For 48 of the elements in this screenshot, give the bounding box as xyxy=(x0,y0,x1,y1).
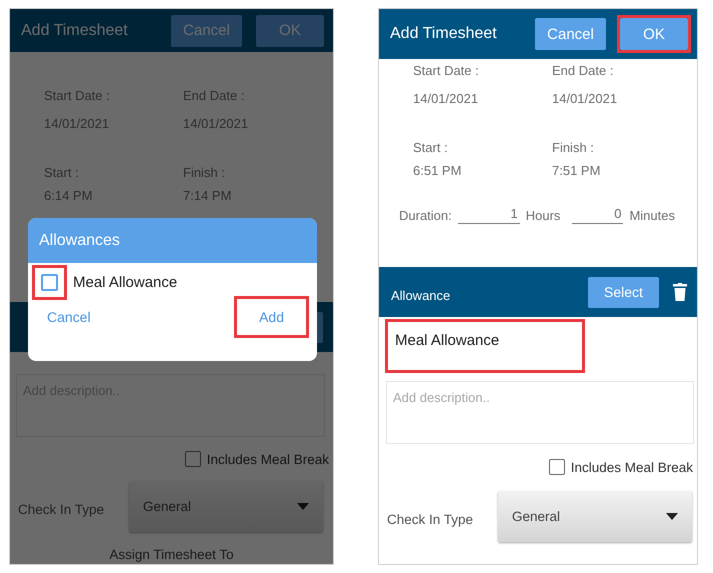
checkbox[interactable] xyxy=(184,451,201,467)
field-value: 14/01/2021 xyxy=(44,116,110,133)
ok-button[interactable]: OK xyxy=(620,18,688,50)
caret-icon xyxy=(297,503,309,510)
minutes-label: Minutes xyxy=(629,208,675,222)
check-in-label: Check In Type xyxy=(18,502,106,517)
field-value: 6:51 PM xyxy=(413,163,462,180)
field-label: End Date : xyxy=(552,63,614,80)
field-value: 14/01/2021 xyxy=(413,91,480,108)
hours-field[interactable]: 1 xyxy=(458,206,520,224)
field-label: Start : xyxy=(413,140,449,157)
duration-label: Duration: xyxy=(399,208,452,222)
field-label: End Date : xyxy=(183,88,246,105)
cancel-button[interactable]: Cancel xyxy=(171,14,242,46)
add-button[interactable]: Add xyxy=(237,299,306,335)
check-in-dropdown[interactable]: General xyxy=(129,481,323,532)
allowance-option[interactable]: Meal Allowance xyxy=(73,274,178,291)
minutes-field[interactable]: 0 xyxy=(572,206,624,224)
trash-icon[interactable] xyxy=(673,283,687,301)
field-value: 14/01/2021 xyxy=(183,116,250,133)
field-label: Finish : xyxy=(552,140,595,157)
screen-title: Add Timesheet xyxy=(21,22,129,40)
checkbox-label: Includes Meal Break xyxy=(206,452,329,466)
field-label: Start Date : xyxy=(44,88,111,105)
field-value: 7:51 PM xyxy=(552,163,602,180)
checkbox[interactable] xyxy=(41,274,58,291)
cancel-button[interactable]: Cancel xyxy=(535,18,606,50)
field-label: Finish : xyxy=(183,165,226,182)
ok-button[interactable]: OK xyxy=(256,14,324,46)
hours-label: Hours xyxy=(526,208,560,222)
field-label: Start Date : xyxy=(413,63,480,80)
checkbox[interactable] xyxy=(548,459,565,475)
select-button[interactable]: Select xyxy=(588,276,659,308)
caret-icon xyxy=(666,513,678,520)
allowance-name: Meal Allowance xyxy=(394,331,500,351)
check-in-label: Check In Type xyxy=(387,512,474,527)
checkbox-label: Includes Meal Break xyxy=(570,460,693,474)
description-field[interactable]: Add description.. xyxy=(386,381,694,444)
field-value: 6:14 PM xyxy=(44,188,94,205)
check-in-dropdown[interactable]: General xyxy=(498,491,692,542)
field-label: Start : xyxy=(44,165,80,182)
section-title: Allowance xyxy=(391,288,452,302)
field-value: 14/01/2021 xyxy=(552,91,618,108)
dialog-title: Allowances xyxy=(39,232,120,250)
field-value: 7:14 PM xyxy=(183,188,232,205)
cancel-button[interactable]: Cancel xyxy=(39,299,99,335)
screen-title: Add Timesheet xyxy=(390,25,498,43)
section-title: Assign Timesheet To xyxy=(108,547,235,564)
